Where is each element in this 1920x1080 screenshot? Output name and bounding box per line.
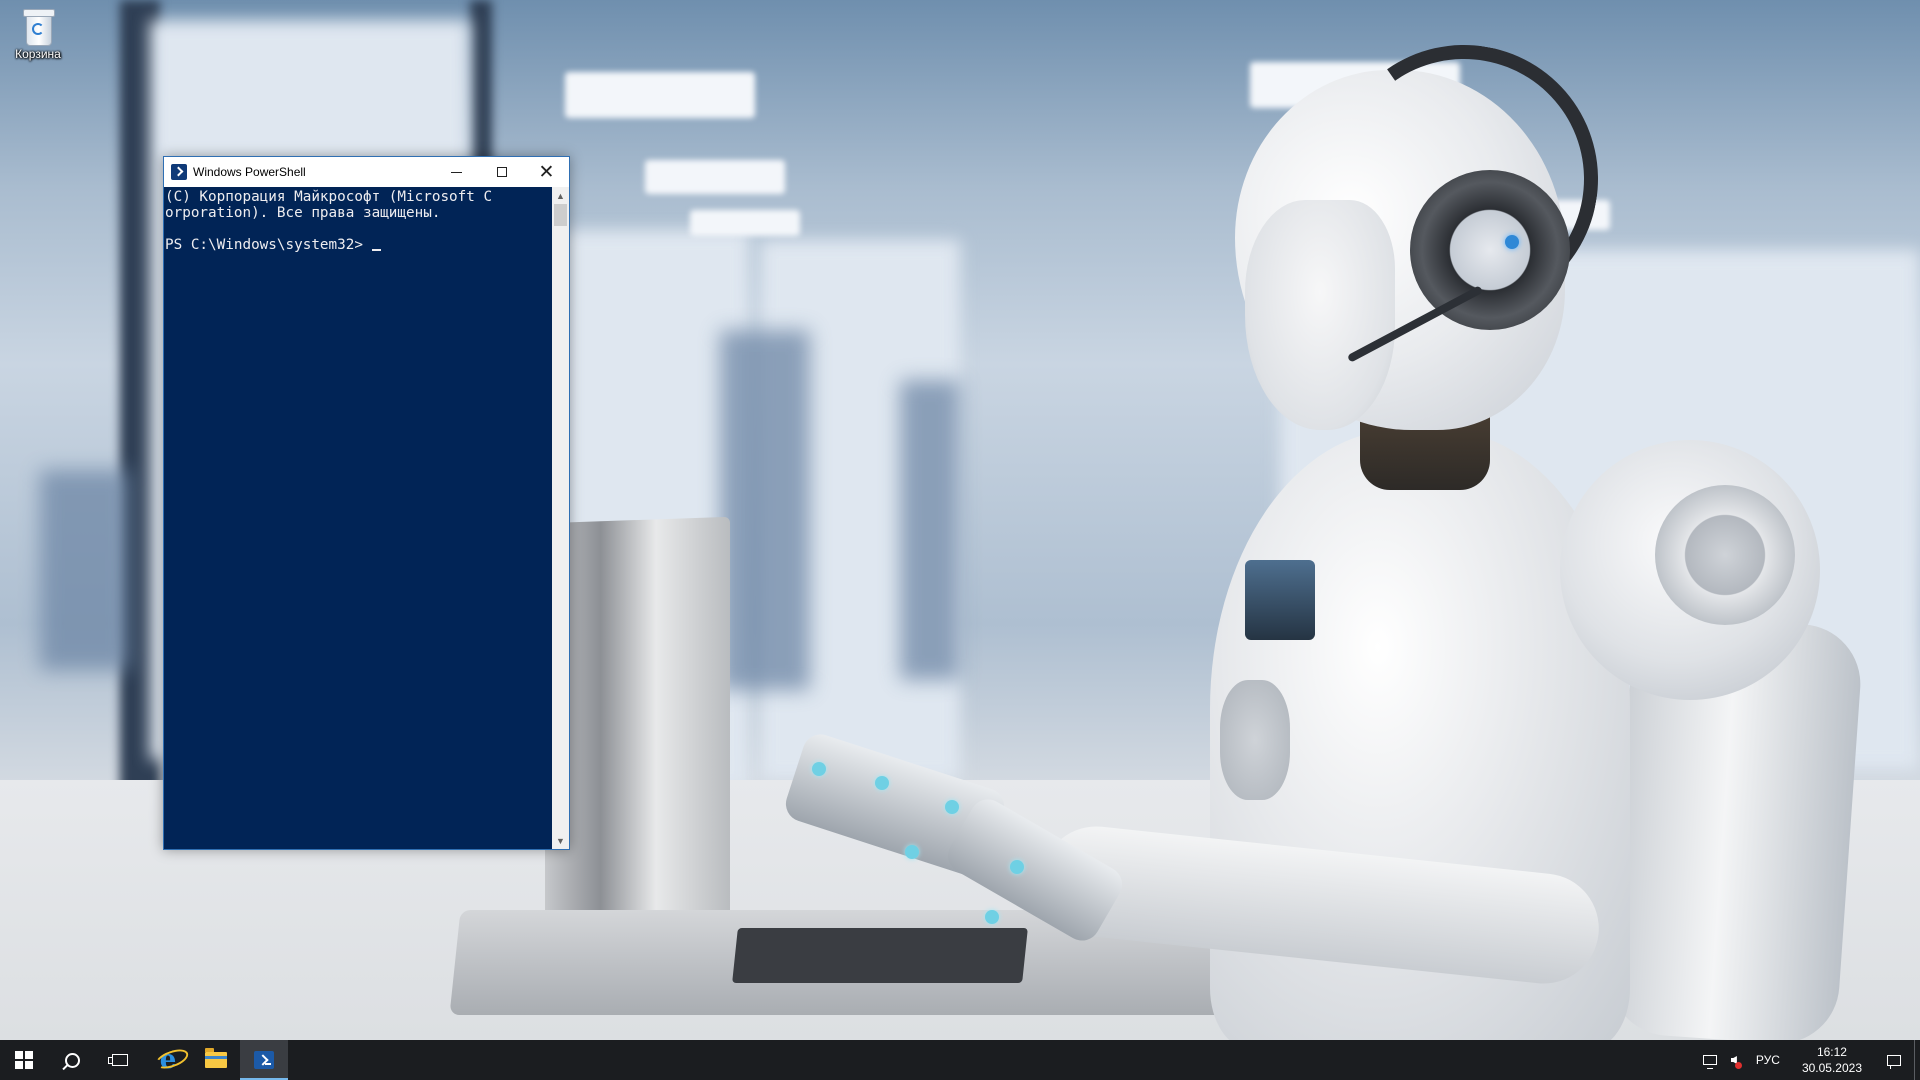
chevron-down-icon: ▼ — [556, 835, 565, 846]
network-button[interactable] — [1698, 1040, 1722, 1080]
start-button[interactable] — [0, 1040, 48, 1080]
network-icon — [1702, 1055, 1717, 1069]
minimize-icon — [451, 171, 462, 173]
console-line: (C) Корпорация Майкрософт (Microsoft C — [165, 189, 493, 205]
mute-indicator-icon — [1734, 1062, 1742, 1069]
console-prompt: PS C:\Windows\system32> — [165, 237, 372, 253]
console-output[interactable]: (C) Корпорация Майкрософт (Microsoft C o… — [164, 187, 552, 849]
text-cursor — [371, 249, 381, 251]
scroll-up-button[interactable]: ▲ — [552, 187, 569, 204]
clock-time: 16:12 — [1816, 1045, 1847, 1059]
maximize-icon — [496, 167, 507, 177]
system-tray: РУС 16:12 30.05.2023 — [1698, 1040, 1920, 1080]
window-titlebar[interactable]: Windows PowerShell ✕ — [164, 157, 569, 187]
show-desktop-button[interactable] — [1914, 1040, 1920, 1080]
clock-date: 30.05.2023 — [1801, 1061, 1862, 1075]
desktop-icon-label: Корзина — [15, 47, 61, 61]
taskbar-internet-explorer[interactable]: e — [144, 1040, 192, 1080]
window-title: Windows PowerShell — [193, 165, 306, 179]
action-center-icon — [1887, 1054, 1901, 1069]
language-indicator[interactable]: РУС — [1746, 1053, 1790, 1067]
powershell-icon — [254, 1051, 274, 1069]
taskbar: e РУС 16:12 30.05.2023 — [0, 1040, 1920, 1080]
chevron-up-icon: ▲ — [556, 190, 565, 201]
vertical-scrollbar[interactable]: ▲ ▼ — [552, 187, 569, 849]
desktop-icon-recycle-bin[interactable]: Корзина — [6, 8, 70, 61]
recycle-bin-icon — [23, 8, 55, 46]
scroll-down-button[interactable]: ▼ — [552, 832, 569, 849]
console-prompt-line[interactable]: PS C:\Windows\system32> — [165, 237, 552, 253]
maximize-button[interactable] — [479, 157, 524, 187]
console-line: orporation). Все права защищены. — [165, 205, 441, 221]
clock[interactable]: 16:12 30.05.2023 — [1790, 1044, 1874, 1076]
internet-explorer-icon: e — [159, 1045, 177, 1075]
taskbar-file-explorer[interactable] — [192, 1040, 240, 1080]
taskbar-powershell[interactable] — [240, 1040, 288, 1080]
task-view-button[interactable] — [96, 1040, 144, 1080]
close-icon: ✕ — [538, 160, 555, 183]
minimize-button[interactable] — [434, 157, 479, 187]
search-icon — [64, 1052, 80, 1068]
scrollbar-thumb[interactable] — [554, 204, 567, 226]
powershell-window[interactable]: Windows PowerShell ✕ (C) Корпорация Майк… — [163, 156, 570, 850]
search-button[interactable] — [48, 1040, 96, 1080]
windows-logo-icon — [15, 1051, 33, 1069]
action-center-button[interactable] — [1874, 1040, 1914, 1080]
volume-button[interactable] — [1722, 1040, 1746, 1080]
task-view-icon — [108, 1054, 128, 1066]
folder-icon — [205, 1048, 227, 1068]
close-button[interactable]: ✕ — [524, 157, 569, 187]
powershell-icon — [171, 164, 187, 180]
